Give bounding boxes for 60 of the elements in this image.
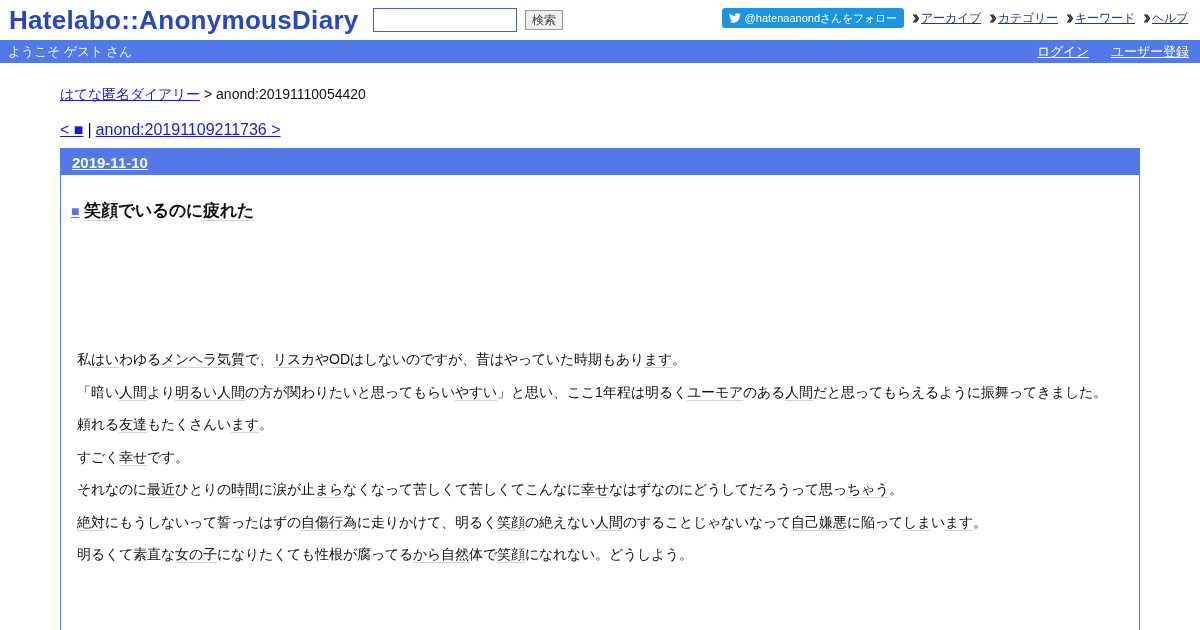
keyword-link[interactable]: 笑顔 xyxy=(497,546,525,563)
keyword-link[interactable]: OD xyxy=(329,351,350,368)
paragraph: 頼れる友達 もたくさんい ます。 xyxy=(77,415,274,434)
keyword-link[interactable]: 最近 xyxy=(147,481,175,498)
user-link[interactable]: ログイン xyxy=(1037,42,1089,61)
paragraph: すごく幸せです。 xyxy=(77,447,190,467)
keyword-link[interactable]: から自然 xyxy=(413,546,469,563)
paragraph: 絶対にもうしないって誓ったはずの自傷行為に走りかけて、明るく笑顔の絶えない人間のすることじゃないなって 自己嫌悪に陥って しま い ます。 xyxy=(77,512,988,532)
date-link[interactable]: 2019-11-10 xyxy=(72,153,148,171)
keyword-link[interactable]: ちゃう xyxy=(847,481,889,498)
keyword-link[interactable]: はい xyxy=(91,351,119,368)
keyword-link[interactable]: 疲れた xyxy=(203,201,255,221)
keyword-link[interactable]: 笑顔 xyxy=(84,201,119,221)
nav-link[interactable]: アーカイブ xyxy=(921,9,981,27)
keyword-link[interactable]: 女の子 xyxy=(175,546,217,563)
search-field[interactable] xyxy=(372,8,517,32)
keyword-link[interactable]: ます xyxy=(644,351,672,368)
entry-link[interactable]: ■ xyxy=(71,200,80,222)
keyword-link[interactable]: 幸せ xyxy=(581,481,609,498)
keyword-link[interactable]: 幸せ xyxy=(119,448,147,466)
pager-separator: | xyxy=(87,120,92,140)
chevron-icon xyxy=(913,13,919,23)
keyword-link[interactable]: ます xyxy=(231,416,259,433)
keyword-link[interactable]: メンヘラ気質 xyxy=(161,351,245,368)
search-button[interactable]: 検索 xyxy=(524,10,563,30)
keyword-link[interactable]: 笑顔 xyxy=(497,513,525,531)
chevron-icon xyxy=(1144,13,1150,23)
bird-icon xyxy=(728,12,741,24)
keyword-link[interactable]: 人間 xyxy=(595,513,623,531)
nav-link[interactable]: キーワード xyxy=(1075,9,1135,27)
user-link[interactable]: ユーザー登録 xyxy=(1111,42,1189,61)
nav-link[interactable]: カテゴリー xyxy=(998,9,1058,27)
keyword-link[interactable]: リスカ xyxy=(273,351,315,368)
keyword-link[interactable]: 人間 xyxy=(784,383,813,401)
keyword-link[interactable]: やすい xyxy=(455,383,497,401)
prev-link[interactable]: < ■ xyxy=(60,120,84,140)
greeting-text: ようこそ ゲスト さん xyxy=(8,42,133,61)
keyword-link[interactable]: 時間 xyxy=(231,481,259,498)
chevron-icon xyxy=(1067,13,1073,23)
paragraph: 「暗い人間より 明るい人間の方が関わりたいと思ってもらいやすい」と思い、ここ1年程は明るくユーモアのある人間だと思ってもらえるように振舞ってきました。 xyxy=(77,382,1108,402)
keyword-link[interactable]: 絶対 xyxy=(77,513,105,531)
keyword-link[interactable]: しま xyxy=(903,513,931,531)
next-link[interactable]: anond:20191109211736 > xyxy=(95,120,281,140)
keyword-link[interactable]: 友達 xyxy=(119,416,147,433)
site-logo[interactable]: Hatelabo::AnonymousDiary xyxy=(9,5,359,35)
keyword-link[interactable]: 自己嫌悪 xyxy=(791,513,847,531)
keyword-link[interactable]: 自傷行為 xyxy=(301,513,357,531)
keyword-link[interactable]: 明るい人間 xyxy=(175,383,245,401)
keyword-link[interactable]: 人間 xyxy=(119,383,147,401)
breadcrumb-link[interactable]: はてな匿名ダイアリー xyxy=(60,85,200,103)
nav-link[interactable]: ヘルプ xyxy=(1152,9,1188,27)
keyword-link[interactable]: ユーモア xyxy=(686,383,743,401)
keyword-link[interactable]: まら xyxy=(315,481,343,498)
keyword-link[interactable]: ます xyxy=(945,513,973,531)
breadcrumb-current: > anond:20191110054420 xyxy=(204,85,366,103)
chevron-icon xyxy=(990,13,996,23)
paragraph: 私はいわゆる メンヘラ気質で、リスカやODはしないのですが、昔はやっていた時期もあり ます。 xyxy=(77,350,687,369)
paragraph: 明るくて素直な女の子になりたくても性根が腐ってるから自然体で笑顔になれない。どうしよう。 xyxy=(77,545,694,564)
paragraph: それなのに最近ひとりの時間に涙が止まら なくなって苦しくて苦しくてこんなに幸せなはずなのにどうしてだろうって思っ ちゃう。 xyxy=(77,480,904,499)
entry-title: 笑顔でいるのに疲れた xyxy=(84,200,255,222)
